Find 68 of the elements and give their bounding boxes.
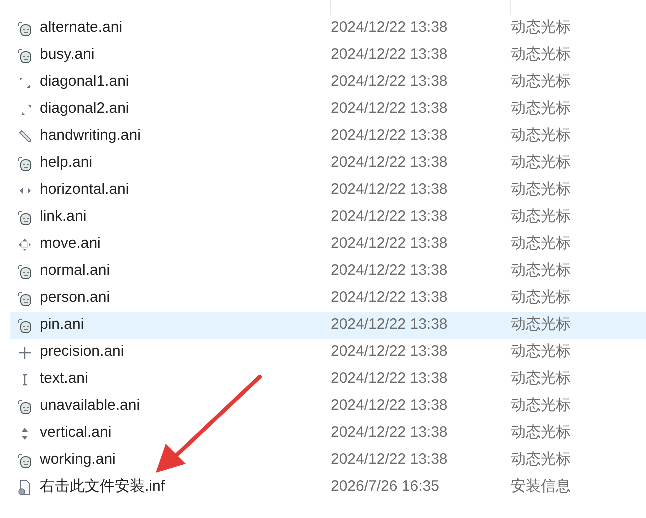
file-date: 2024/12/22 13:38: [331, 45, 449, 66]
pencil-icon: [17, 128, 33, 144]
file-name: link.ani: [40, 207, 88, 228]
file-type: 动态光标: [511, 207, 571, 228]
cursor-file-icon: [17, 48, 33, 64]
file-date: 2024/12/22 13:38: [331, 126, 449, 146]
file-date: 2024/12/22 13:38: [331, 423, 449, 444]
file-date: 2024/12/22 13:38: [331, 342, 449, 362]
file-type: 动态光标: [511, 342, 571, 362]
file-name: person.ani: [40, 288, 112, 308]
file-name: precision.ani: [40, 342, 126, 362]
file-name: diagonal2.ani: [40, 99, 130, 120]
file-type: 动态光标: [511, 99, 571, 120]
file-row[interactable]: pin.ani 2024/12/22 13:38 动态光标: [10, 312, 646, 339]
file-date: 2024/12/22 13:38: [331, 288, 449, 308]
file-date: 2024/12/22 13:38: [331, 72, 449, 92]
file-name: 右击此文件安装.inf: [40, 477, 166, 498]
file-type: 动态光标: [511, 18, 571, 38]
file-name: horizontal.ani: [40, 180, 130, 200]
file-type: 动态光标: [511, 369, 571, 390]
move-arrows-icon: [17, 236, 33, 252]
cursor-file-icon: [17, 318, 33, 334]
file-type: 动态光标: [511, 315, 571, 336]
file-type: 动态光标: [511, 396, 571, 416]
file-date: 2024/12/22 13:38: [331, 207, 449, 228]
file-date: 2024/12/22 13:38: [331, 261, 449, 282]
file-name: unavailable.ani: [40, 396, 142, 416]
file-date: 2024/12/22 13:38: [331, 234, 449, 254]
file-type: 动态光标: [511, 180, 571, 200]
cursor-file-icon: [17, 398, 33, 414]
file-name: text.ani: [40, 369, 90, 390]
file-date: 2024/12/22 13:38: [331, 153, 449, 174]
file-date: 2024/12/22 13:38: [331, 369, 449, 390]
file-type: 动态光标: [511, 261, 571, 282]
cursor-file-icon: [17, 264, 33, 280]
file-type: 动态光标: [511, 423, 571, 444]
file-type: 动态光标: [511, 450, 571, 470]
file-name: help.ani: [40, 153, 94, 174]
file-type: 动态光标: [511, 72, 571, 92]
cursor-file-icon: [17, 210, 33, 226]
file-date: 2024/12/22 13:38: [331, 450, 449, 470]
file-type: 动态光标: [511, 126, 571, 146]
file-name: handwriting.ani: [40, 126, 142, 146]
cursor-file-icon: [17, 290, 33, 306]
file-name: alternate.ani: [40, 18, 124, 38]
file-date: 2024/12/22 13:38: [331, 99, 449, 120]
file-date: 2024/12/22 13:38: [331, 315, 449, 336]
file-type: 动态光标: [511, 153, 571, 174]
file-name: diagonal1.ani: [40, 72, 130, 92]
file-date: 2024/12/22 13:38: [331, 18, 449, 38]
file-type: 动态光标: [511, 234, 571, 254]
file-type: 动态光标: [511, 288, 571, 308]
file-name: working.ani: [40, 450, 117, 470]
file-type: 安装信息: [511, 477, 571, 498]
cursor-file-icon: [17, 156, 33, 172]
file-date: 2026/7/26 16:35: [331, 477, 440, 498]
cursor-file-icon: [17, 20, 33, 36]
file-name: move.ani: [40, 234, 102, 254]
file-name: busy.ani: [40, 45, 96, 66]
settings-file-icon: [17, 480, 33, 496]
file-date: 2024/12/22 13:38: [331, 180, 449, 200]
crosshair-icon: [17, 344, 33, 360]
cursor-file-icon: [17, 452, 33, 468]
file-date: 2024/12/22 13:38: [331, 396, 449, 416]
file-name: pin.ani: [40, 315, 86, 336]
file-type: 动态光标: [511, 45, 571, 66]
file-name: normal.ani: [40, 261, 112, 282]
file-name: vertical.ani: [40, 423, 113, 444]
